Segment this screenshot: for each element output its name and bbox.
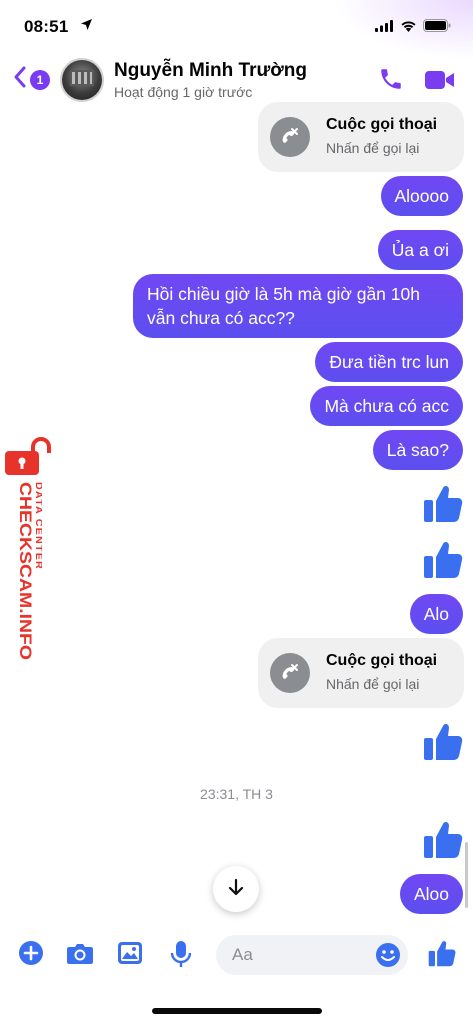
avatar[interactable] (62, 60, 102, 100)
plus-icon[interactable] (18, 940, 44, 971)
missed-call-card[interactable]: Cuộc gọi thoại Nhấn để gọi lại (258, 102, 464, 172)
scrollbar[interactable] (465, 842, 468, 908)
message-bubble[interactable]: Ủa a ơi (377, 230, 463, 270)
lock-icon (3, 437, 51, 482)
battery-icon (423, 19, 451, 37)
message-bubble[interactable]: Aloo (399, 874, 463, 914)
message-bubble[interactable]: Hồi chiều giờ là 5h mà giờ gần 10h vẫn c… (133, 274, 463, 338)
status-time: 08:51 (24, 17, 69, 36)
missed-call-icon (270, 653, 310, 693)
thumbs-up-icon[interactable] (428, 938, 456, 973)
signal-icon (375, 19, 394, 37)
message-bubble[interactable]: Aloooo (380, 176, 463, 216)
back-button[interactable]: 1 (14, 66, 50, 93)
missed-call-icon (270, 117, 310, 157)
phone-icon[interactable] (378, 66, 404, 97)
message-bubble[interactable]: Là sao? (372, 430, 463, 470)
contact-name[interactable]: Nguyễn Minh Trường (114, 60, 307, 82)
video-icon[interactable] (424, 68, 456, 97)
message-bubble[interactable]: Đưa tiền trc lun (315, 342, 463, 382)
contact-status: Hoạt động 1 giờ trước (114, 84, 253, 100)
scroll-to-bottom-button[interactable] (213, 866, 259, 912)
message-bubble[interactable]: Mà chưa có acc (310, 386, 463, 426)
thumbs-up-icon[interactable] (423, 482, 463, 529)
microphone-icon[interactable] (170, 940, 192, 973)
message-timestamp: 23:31, TH 3 (200, 786, 273, 802)
message-bubble[interactable]: Alo (409, 594, 463, 634)
wifi-icon (400, 19, 417, 37)
emoji-icon[interactable] (375, 942, 401, 973)
image-icon[interactable] (117, 940, 143, 971)
call-title: Cuộc gọi thoại (326, 116, 438, 133)
home-indicator (152, 1008, 322, 1014)
arrow-down-icon (227, 878, 245, 901)
call-subtitle: Nhấn để gọi lại (326, 676, 420, 692)
unread-badge: 1 (30, 69, 50, 90)
status-icons (375, 19, 451, 37)
svg-text:CHECKSCAM.INFO: CHECKSCAM.INFO (16, 482, 35, 660)
back-chevron-icon (14, 66, 26, 93)
message-input-placeholder: Aa (232, 945, 253, 964)
missed-call-card[interactable]: Cuộc gọi thoại Nhấn để gọi lại (258, 638, 464, 708)
watermark-text: CHECKSCAM.INFO DATA CENTER (16, 482, 42, 660)
camera-icon[interactable] (66, 940, 94, 971)
svg-text:DATA CENTER: DATA CENTER (34, 482, 42, 570)
thumbs-up-icon[interactable] (423, 538, 463, 585)
thumbs-up-icon[interactable] (423, 818, 463, 865)
call-subtitle: Nhấn để gọi lại (326, 140, 420, 156)
thumbs-up-icon[interactable] (423, 720, 463, 767)
call-title: Cuộc gọi thoại (326, 652, 438, 669)
location-arrow-icon (80, 18, 93, 36)
